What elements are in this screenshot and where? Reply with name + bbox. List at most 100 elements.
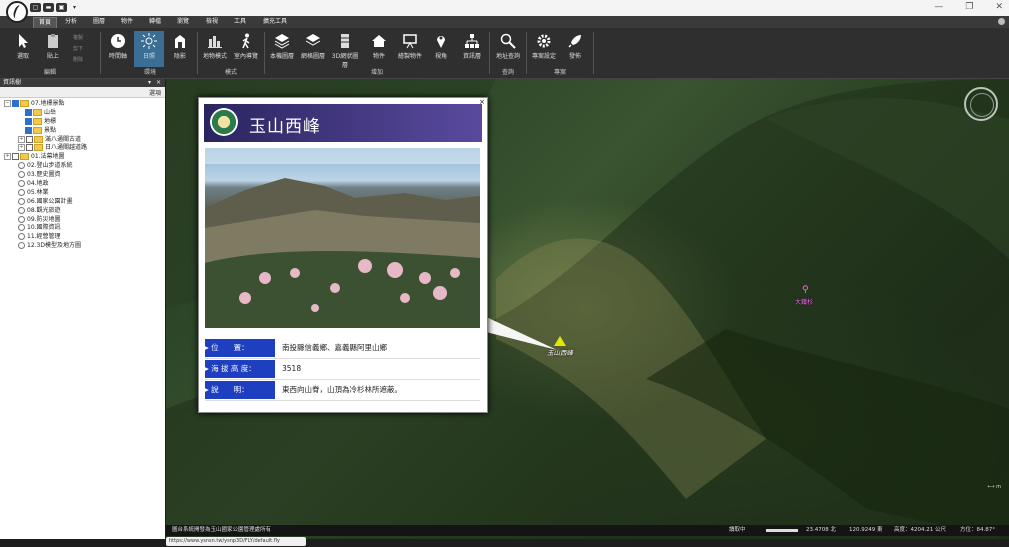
copy-button[interactable]: 複製 <box>73 34 83 41</box>
group-edit-label: 編輯 <box>43 69 56 76</box>
tab-browse[interactable]: 瀏覽 <box>172 17 194 27</box>
marker-label-big-tsuga[interactable]: 大鐵杉 <box>795 297 813 306</box>
radio-icon[interactable] <box>18 197 25 205</box>
panel-options-button[interactable]: 選項 <box>149 88 161 97</box>
tree-item[interactable]: 地標 <box>0 117 165 126</box>
layer-checkbox[interactable] <box>25 117 32 125</box>
expand-toggle-icon[interactable]: − <box>4 100 11 107</box>
local-layer-button[interactable]: 本機圖層 <box>267 31 297 67</box>
tab-layers[interactable]: 圖層 <box>88 17 110 27</box>
select-button[interactable]: 選取 <box>8 31 38 67</box>
radio-icon[interactable] <box>18 224 25 232</box>
tree-item[interactable]: − 07.地標景點 <box>0 99 165 108</box>
tree-item[interactable]: 12.3D模型及地方圖 <box>0 241 165 250</box>
draw-object-button[interactable]: 繪製物件 <box>395 31 425 67</box>
marker-label-yushan-west[interactable]: 玉山西峰 <box>547 347 573 357</box>
tree-item[interactable]: 08.觀光旅遊 <box>0 206 165 215</box>
url-bar[interactable]: https://www.ysnsn.tw/ysnp3D/FLY/default.… <box>166 537 306 546</box>
tab-view[interactable]: 檢視 <box>201 17 223 27</box>
tree-item[interactable]: + 滿八通關古道 <box>0 135 165 144</box>
tab-analysis[interactable]: 分析 <box>60 17 82 27</box>
folder-icon <box>33 108 42 116</box>
radio-icon[interactable] <box>18 206 25 214</box>
tree-item-label: 景點 <box>44 126 57 134</box>
tab-objects[interactable]: 物件 <box>116 17 138 27</box>
timeline-button[interactable]: 時間軸 <box>103 31 133 67</box>
app-logo[interactable] <box>6 1 28 23</box>
save-icon[interactable]: ▣ <box>56 3 67 12</box>
mesh-layer-button[interactable]: 3D網狀圖層 <box>329 31 361 69</box>
tree-item[interactable]: 10.國際資訊 <box>0 223 165 232</box>
tree-item[interactable]: 11.經營管理 <box>0 232 165 241</box>
project-settings-button[interactable]: 專案設定 <box>529 31 559 67</box>
radio-icon[interactable] <box>18 171 25 179</box>
indoor-tour-button[interactable]: 室內導覽 <box>231 31 261 67</box>
shadow-button[interactable]: 陰影 <box>165 31 195 67</box>
popup-header: 玉山西峰 <box>204 104 482 142</box>
folder-icon <box>34 135 43 143</box>
tree-item[interactable]: 03.歷史圖資 <box>0 170 165 179</box>
altitude-readout: 高度：4204.21 公尺 <box>894 527 946 533</box>
publish-button[interactable]: 發佈 <box>560 31 590 67</box>
expand-toggle-icon[interactable]: + <box>4 153 11 161</box>
tree-item[interactable]: 04.地政 <box>0 179 165 188</box>
tree-item-label: 09.防災地圖 <box>27 215 61 223</box>
paste-button[interactable]: 貼上 <box>38 31 68 67</box>
layer-checkbox[interactable] <box>26 144 33 152</box>
address-search-button[interactable]: 地址查詢 <box>493 31 523 67</box>
layer-checkbox[interactable] <box>12 153 19 161</box>
expand-toggle-icon[interactable]: + <box>18 135 25 143</box>
tab-tools[interactable]: 工具 <box>229 17 251 27</box>
tree-item[interactable]: 山岳 <box>0 108 165 117</box>
tree-item[interactable]: 02.登山步道系統 <box>0 161 165 170</box>
layer-checkbox[interactable] <box>25 108 32 116</box>
customize-dropdown-icon[interactable]: ▾ <box>69 3 80 12</box>
panel-pin-icon[interactable]: ▾ <box>148 79 151 87</box>
tree-item[interactable]: +01.法幕地圖 <box>0 152 165 161</box>
layer-checkbox[interactable] <box>26 135 33 143</box>
radio-icon[interactable] <box>18 188 25 196</box>
help-icon[interactable] <box>998 18 1005 25</box>
new-icon[interactable]: ▢ <box>30 3 41 12</box>
expand-toggle-icon[interactable]: + <box>18 144 25 152</box>
terrain-icon <box>208 36 222 48</box>
tree-item[interactable]: 06.國家公園計畫 <box>0 197 165 206</box>
delete-button[interactable]: 刪除 <box>73 56 83 63</box>
ribbon-separator <box>100 32 101 74</box>
minimize-button[interactable]: — <box>934 2 943 12</box>
radio-icon[interactable] <box>18 242 25 250</box>
open-icon[interactable]: ▬ <box>43 3 54 12</box>
tree-item[interactable]: + 日八通關越道路 <box>0 143 165 152</box>
tab-convert[interactable]: 轉檔 <box>144 17 166 27</box>
location-label: ▸ 位 置： <box>205 339 275 357</box>
tree-item-label: 07.地標景點 <box>31 100 65 107</box>
layer-checkbox[interactable] <box>12 100 19 107</box>
tree-item[interactable]: 景點 <box>0 126 165 135</box>
info-layer-button[interactable]: 資訊層 <box>457 31 487 67</box>
panel-close-icon[interactable]: × <box>156 79 161 87</box>
popup-leader <box>482 315 557 350</box>
ribbon: 選取 貼上 複製 剪下 刪除 編輯 時間軸 日照 陰影 環境 地物模式 室內導覽… <box>0 28 1009 79</box>
radio-icon[interactable] <box>18 180 25 188</box>
radio-icon[interactable] <box>18 215 25 223</box>
scale-indicator: ⟷ m <box>987 484 1001 490</box>
tab-home[interactable]: 首頁 <box>33 17 57 28</box>
tree-item[interactable]: 09.防災地圖 <box>0 215 165 224</box>
terrain-mode-button[interactable]: 地物模式 <box>200 31 230 67</box>
radio-icon[interactable] <box>18 162 25 170</box>
close-button[interactable]: ✕ <box>995 2 1003 12</box>
viewpoint-button[interactable]: 視角 <box>426 31 456 67</box>
grid-layer-button[interactable]: 網格圖層 <box>298 31 328 67</box>
tree-marker-icon[interactable]: ⚲ <box>802 285 809 295</box>
layer-checkbox[interactable] <box>25 126 32 134</box>
object-button[interactable]: 物件 <box>364 31 394 67</box>
shadow-icon <box>175 35 185 48</box>
radio-icon[interactable] <box>18 233 25 241</box>
tree-item[interactable]: 05.林業 <box>0 188 165 197</box>
sunlight-button[interactable]: 日照 <box>134 31 164 67</box>
restore-button[interactable]: ❐ <box>965 2 973 12</box>
tab-extensions[interactable]: 擴充工具 <box>257 17 293 27</box>
cut-button[interactable]: 剪下 <box>73 45 83 52</box>
compass-icon[interactable] <box>964 87 998 121</box>
park-emblem-icon <box>210 108 238 136</box>
